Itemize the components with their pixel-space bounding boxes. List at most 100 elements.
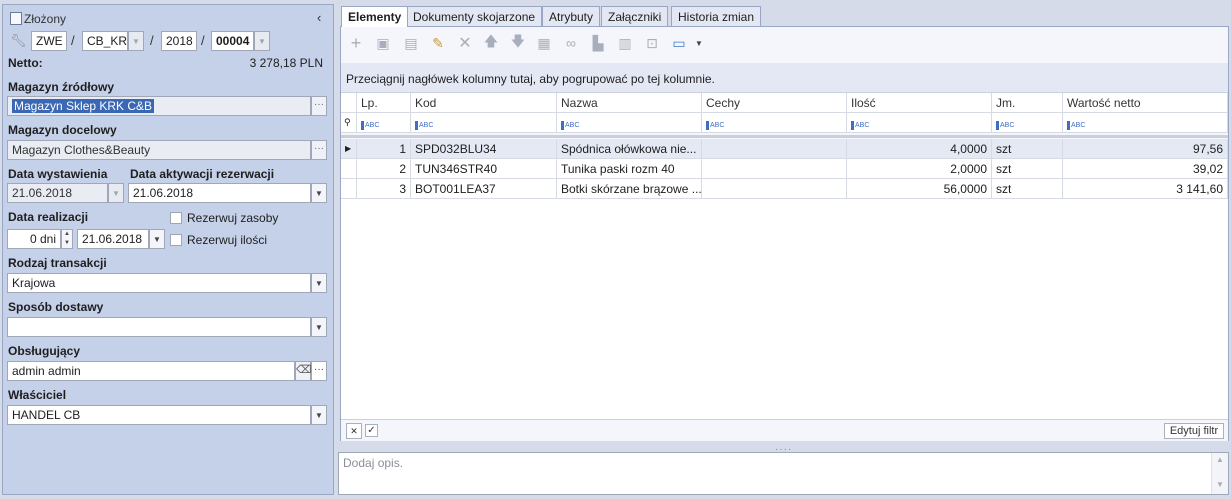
realization-date-field[interactable]: 21.06.2018 <box>77 229 149 249</box>
transaction-type-dropdown-button[interactable]: ▼ <box>311 273 327 293</box>
add-from-folder-icon[interactable]: ▤ <box>403 35 419 51</box>
cell-cechy <box>702 139 847 159</box>
grid-header-row: Lp. Kod Nazwa Cechy Ilość Jm. Wartość ne… <box>341 93 1228 113</box>
cell-wartosc-netto: 39,02 <box>1063 159 1228 179</box>
description-placeholder: Dodaj opis. <box>343 456 404 470</box>
table-row[interactable]: 3 BOT001LEA37 Botki skórzane brązowe ...… <box>341 179 1228 199</box>
warehouse-icon[interactable]: ▙ <box>590 35 606 51</box>
add-icon[interactable]: + <box>348 33 364 53</box>
delete-icon[interactable]: ✕ <box>457 35 473 52</box>
cell-nazwa: Botki skórzane brązowe ... <box>557 179 702 199</box>
wrench-icon[interactable]: 🔧︎ <box>10 33 27 49</box>
fit-icon[interactable]: ⊡ <box>644 35 660 51</box>
filter-cell-wartosc-netto[interactable]: ABC <box>1063 113 1228 133</box>
columns-icon[interactable]: ▥ <box>617 35 633 51</box>
abc-filter-icon: ABC <box>361 121 380 130</box>
reserve-resources-checkbox[interactable] <box>170 212 182 224</box>
export-icon[interactable]: ▭ <box>671 35 687 51</box>
filter-cell-kod[interactable]: ABC <box>411 113 557 133</box>
issue-date-field[interactable]: 21.06.2018 <box>7 183 108 203</box>
reserve-resources-label: Rezerwuj zasoby <box>187 211 279 225</box>
year-field[interactable]: 2018 <box>161 31 197 51</box>
clear-filter-icon[interactable]: ✕ <box>346 423 362 439</box>
column-header-ilosc[interactable]: Ilość <box>847 93 992 113</box>
tab-atrybuty[interactable]: Atrybuty <box>542 6 601 26</box>
panel-title: Złożony <box>24 12 67 26</box>
elements-panel: + ▣ ▤ ✎ ✕ 🡅︎ 🡇︎ ▦ ∞ ▙ ▥ ⊡ ▭ ▼ Przeciągni… <box>340 26 1229 441</box>
issue-date-dropdown-button[interactable]: ▼ <box>108 183 124 203</box>
transaction-type-field[interactable]: Krajowa <box>7 273 311 293</box>
table-row[interactable]: 2 TUN346STR40 Tunika paski rozm 40 2,000… <box>341 159 1228 179</box>
series-dropdown-button[interactable]: ▼ <box>128 31 144 51</box>
binoculars-icon[interactable]: ∞ <box>563 35 579 51</box>
tab-elementy[interactable]: Elementy <box>341 6 409 27</box>
abc-filter-icon: ABC <box>851 121 870 130</box>
reservation-date-dropdown-button[interactable]: ▼ <box>311 183 327 203</box>
scroll-up-icon[interactable]: ▲ <box>1216 455 1224 464</box>
handler-browse-button[interactable]: ··· <box>311 361 327 381</box>
column-header-lp[interactable]: Lp. <box>357 93 411 113</box>
column-header-wartosc-netto[interactable]: Wartość netto <box>1063 93 1228 113</box>
source-warehouse-value: Magazyn Sklep KRK C&B <box>12 99 155 113</box>
cell-kod: TUN346STR40 <box>411 159 557 179</box>
column-header-nazwa[interactable]: Nazwa <box>557 93 702 113</box>
handler-field[interactable]: admin admin <box>7 361 295 381</box>
separator: / <box>201 33 205 48</box>
abc-filter-icon: ABC <box>561 121 580 130</box>
export-dropdown-icon[interactable]: ▼ <box>691 35 707 51</box>
owner-field[interactable]: HANDEL CB <box>7 405 311 425</box>
chevron-left-icon[interactable]: ‹ <box>317 10 321 25</box>
move-down-icon[interactable]: 🡇︎ <box>510 33 526 51</box>
filter-enabled-checkbox[interactable]: ✓ <box>365 424 378 437</box>
tab-zalaczniki[interactable]: Załączniki <box>601 6 669 26</box>
target-warehouse-browse-button[interactable]: ··· <box>311 140 327 160</box>
owner-dropdown-button[interactable]: ▼ <box>311 405 327 425</box>
edit-filter-button[interactable]: Edytuj filtr <box>1164 423 1224 439</box>
eraser-icon[interactable]: ⌫ <box>295 361 312 381</box>
table-row[interactable]: ▶ 1 SPD032BLU34 Spódnica ołówkowa nie...… <box>341 139 1228 159</box>
filter-cell-cechy[interactable]: ABC <box>702 113 847 133</box>
abc-filter-icon: ABC <box>1067 121 1086 130</box>
description-scrollbar[interactable]: ▲ ▼ <box>1211 453 1228 494</box>
delivery-method-dropdown-button[interactable]: ▼ <box>311 317 327 337</box>
realization-date-dropdown-button[interactable]: ▼ <box>149 229 165 249</box>
move-up-icon[interactable]: 🡅︎ <box>483 33 499 51</box>
source-warehouse-field[interactable]: Magazyn Sklep KRK C&B <box>7 96 311 116</box>
add-from-list-icon[interactable]: ▣ <box>375 35 391 51</box>
reserve-quantities-label: Rezerwuj ilości <box>187 233 268 247</box>
source-warehouse-browse-button[interactable]: ··· <box>311 96 327 116</box>
doc-type-field[interactable]: ZWE <box>31 31 67 51</box>
edit-icon[interactable]: ✎ <box>430 35 446 51</box>
issue-date-label: Data wystawienia <box>8 167 108 181</box>
filter-cell-ilosc[interactable]: ABC <box>847 113 992 133</box>
days-spinner-button[interactable]: ▲ ▼ <box>61 229 73 249</box>
handler-label: Obsługujący <box>8 344 81 358</box>
series-field[interactable]: CB_KRK <box>82 31 128 51</box>
column-header-jm[interactable]: Jm. <box>992 93 1063 113</box>
reservation-date-field[interactable]: 21.06.2018 <box>128 183 311 203</box>
cell-lp: 1 <box>357 139 411 159</box>
tab-dokumenty-skojarzone[interactable]: Dokumenty skojarzone <box>406 6 543 26</box>
tab-historia-zmian[interactable]: Historia zmian <box>671 6 762 26</box>
calculator-icon[interactable]: ▦ <box>536 35 552 51</box>
cell-lp: 3 <box>357 179 411 199</box>
number-field[interactable]: 00004 <box>211 31 254 51</box>
cell-cechy <box>702 179 847 199</box>
description-field[interactable]: Dodaj opis. ▲ ▼ <box>338 452 1229 495</box>
reserve-quantities-checkbox[interactable] <box>170 234 182 246</box>
number-dropdown-button[interactable]: ▼ <box>254 31 270 51</box>
column-header-kod[interactable]: Kod <box>411 93 557 113</box>
scroll-down-icon[interactable]: ▼ <box>1216 480 1224 489</box>
filter-cell-nazwa[interactable]: ABC <box>557 113 702 133</box>
target-warehouse-field[interactable]: Magazyn Clothes&Beauty <box>7 140 311 160</box>
filter-cell-jm[interactable]: ABC <box>992 113 1063 133</box>
netto-value: 3 278,18 PLN <box>249 56 323 70</box>
source-warehouse-label: Magazyn źródłowy <box>8 80 115 94</box>
column-header-cechy[interactable]: Cechy <box>702 93 847 113</box>
delivery-method-field[interactable] <box>7 317 311 337</box>
group-by-area[interactable]: Przeciągnij nagłówek kolumny tutaj, aby … <box>341 63 1228 93</box>
filter-cell-lp[interactable]: ABC <box>357 113 411 133</box>
realization-days-field[interactable]: 0 dni <box>7 229 61 249</box>
cell-nazwa: Tunika paski rozm 40 <box>557 159 702 179</box>
grid-separator <box>341 135 1228 138</box>
